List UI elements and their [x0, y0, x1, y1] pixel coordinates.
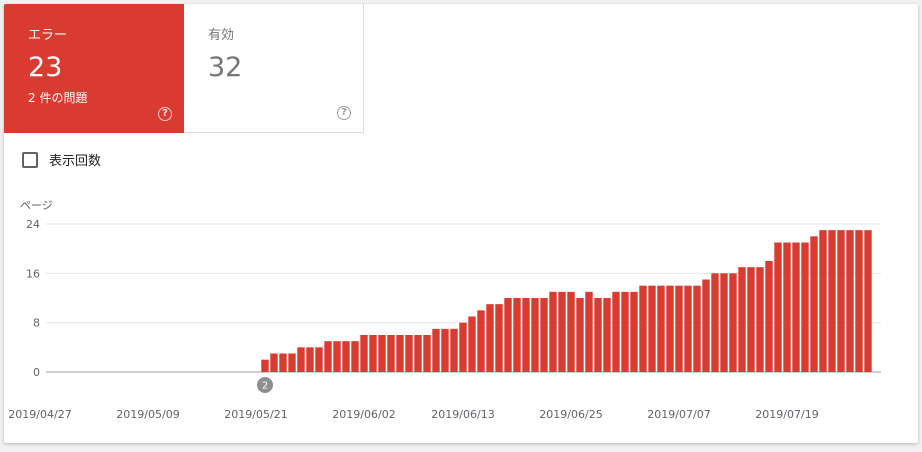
x-tick-label: 2019/04/27 — [8, 408, 71, 421]
bar[interactable] — [405, 335, 413, 372]
bar[interactable] — [279, 353, 287, 373]
annotation-label: 2 — [262, 381, 268, 392]
bar[interactable] — [342, 341, 350, 372]
bar[interactable] — [324, 341, 332, 372]
bar[interactable] — [639, 285, 647, 372]
bar[interactable] — [459, 322, 467, 372]
y-tick-label: 0 — [33, 366, 40, 379]
bar[interactable] — [351, 341, 359, 372]
y-axis-label: ページ — [20, 199, 53, 212]
bar[interactable] — [576, 298, 584, 372]
bar[interactable] — [720, 273, 728, 372]
bar[interactable] — [441, 328, 449, 372]
bar[interactable] — [558, 291, 566, 372]
bar[interactable] — [837, 230, 845, 372]
bar[interactable] — [513, 298, 521, 372]
bar[interactable] — [522, 298, 530, 372]
bar[interactable] — [792, 242, 800, 373]
bar[interactable] — [549, 291, 557, 372]
pages-bar-chart: ページ 0 8 16 24 2019/04/27 2019/05/09 2019/05/21… — [8, 199, 881, 421]
bar[interactable] — [504, 298, 512, 372]
bar[interactable] — [387, 335, 395, 372]
bar[interactable] — [702, 279, 710, 373]
bar[interactable] — [666, 285, 674, 372]
x-tick-label: 2019/06/02 — [332, 408, 395, 421]
bar[interactable] — [360, 335, 368, 372]
bar[interactable] — [423, 335, 431, 372]
bar[interactable] — [810, 236, 818, 372]
bar[interactable] — [477, 310, 485, 372]
bar[interactable] — [621, 291, 629, 372]
bar[interactable] — [540, 298, 548, 372]
bar[interactable] — [864, 230, 872, 372]
bar[interactable] — [855, 230, 863, 372]
bar[interactable] — [630, 291, 638, 372]
bar[interactable] — [801, 242, 809, 373]
bar[interactable] — [333, 341, 341, 372]
x-tick-label: 2019/06/25 — [539, 408, 602, 421]
index-coverage-card: エラー 23 2 件の問題 ? 有効 32 ? 表示回数 ページ 0 8 16 24 2… — [4, 4, 918, 443]
bar[interactable] — [675, 285, 683, 372]
bar[interactable] — [648, 285, 656, 372]
bar[interactable] — [657, 285, 665, 372]
bar[interactable] — [846, 230, 854, 372]
bar[interactable] — [396, 335, 404, 372]
bar[interactable] — [684, 285, 692, 372]
annotations: 2 — [257, 377, 273, 393]
x-tick-label: 2019/06/13 — [431, 408, 494, 421]
bar[interactable] — [567, 291, 575, 372]
bar[interactable] — [828, 230, 836, 372]
y-tick-label: 24 — [26, 218, 40, 231]
bar[interactable] — [288, 353, 296, 373]
bars — [261, 230, 872, 373]
bar[interactable] — [819, 230, 827, 372]
bar[interactable] — [261, 359, 269, 372]
bar[interactable] — [378, 335, 386, 372]
bar[interactable] — [783, 242, 791, 373]
bar[interactable] — [486, 304, 494, 372]
bar[interactable] — [306, 347, 314, 372]
bar[interactable] — [369, 335, 377, 372]
bar[interactable] — [432, 328, 440, 372]
bar[interactable] — [270, 353, 278, 373]
bar[interactable] — [747, 267, 755, 372]
bar[interactable] — [450, 328, 458, 372]
bar[interactable] — [297, 347, 305, 372]
bar[interactable] — [729, 273, 737, 372]
x-tick-label: 2019/07/07 — [647, 408, 710, 421]
bar[interactable] — [495, 304, 503, 372]
bar[interactable] — [414, 335, 422, 372]
bar[interactable] — [315, 347, 323, 372]
bar[interactable] — [693, 285, 701, 372]
bar[interactable] — [612, 291, 620, 372]
x-tick-label: 2019/05/21 — [224, 408, 287, 421]
x-tick-label: 2019/07/19 — [755, 408, 818, 421]
bar[interactable] — [531, 298, 539, 372]
bar[interactable] — [594, 298, 602, 372]
bar[interactable] — [765, 261, 773, 372]
y-tick-label: 8 — [33, 317, 40, 330]
bar[interactable] — [585, 291, 593, 372]
bar[interactable] — [738, 267, 746, 372]
y-tick-label: 16 — [26, 267, 40, 280]
bar[interactable] — [468, 316, 476, 373]
bar[interactable] — [711, 273, 719, 372]
bar[interactable] — [603, 298, 611, 372]
bar[interactable] — [774, 242, 782, 373]
bar[interactable] — [756, 267, 764, 372]
x-tick-label: 2019/05/09 — [116, 408, 179, 421]
